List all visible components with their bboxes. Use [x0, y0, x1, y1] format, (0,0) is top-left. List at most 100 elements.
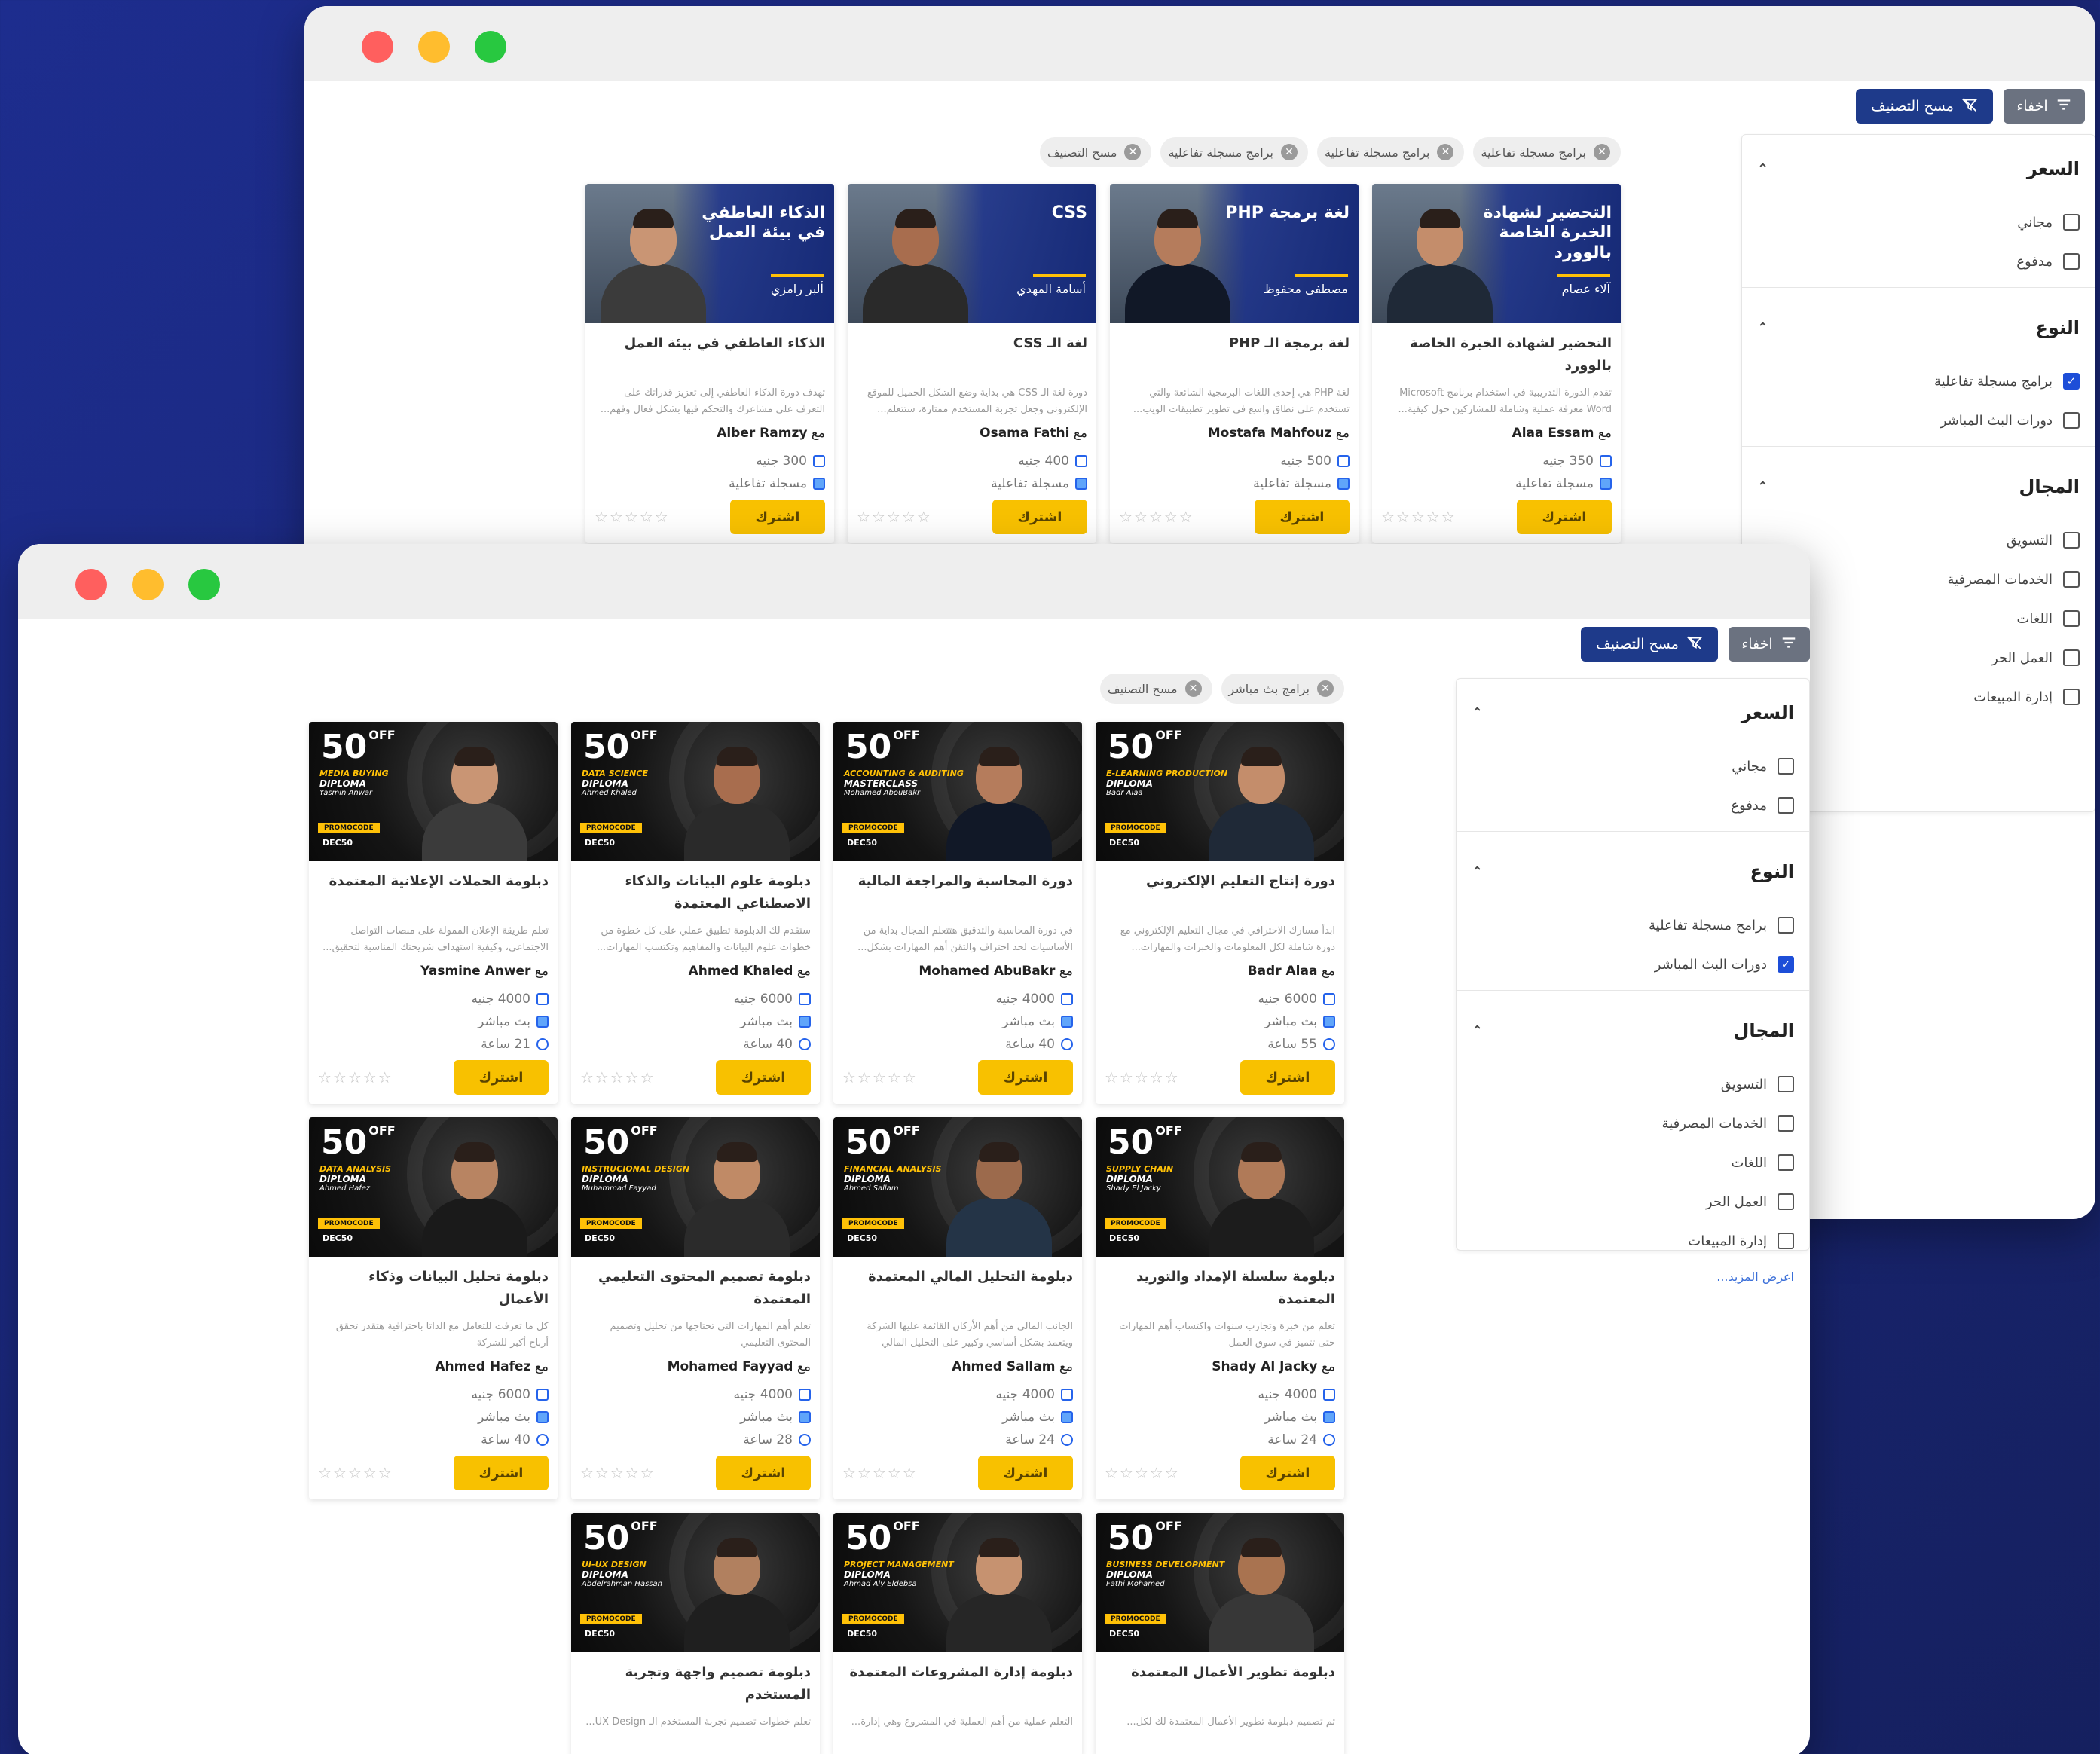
- chevron-up-icon[interactable]: ⌃: [1757, 320, 1768, 336]
- course-card[interactable]: 50 OFF BUSINESS DEVELOPMENT DIPLOMA Fathi Mo…: [1096, 1513, 1344, 1754]
- course-card[interactable]: 50 OFF UI-UX DESIGN DIPLOMA Abdelrahman Hass…: [571, 1513, 820, 1754]
- subscribe-button[interactable]: اشترك: [978, 1060, 1073, 1095]
- checkbox[interactable]: [2063, 610, 2080, 627]
- rating-stars[interactable]: ☆☆☆☆☆: [842, 1068, 918, 1086]
- subscribe-button[interactable]: اشترك: [1240, 1060, 1335, 1095]
- subscribe-button[interactable]: اشترك: [992, 500, 1087, 534]
- checkbox[interactable]: [1778, 797, 1794, 814]
- maximize-window-button[interactable]: [475, 31, 506, 63]
- course-thumbnail[interactable]: 50 OFF PROJECT MANAGEMENT DIPLOMA Ahmad Aly …: [833, 1513, 1082, 1652]
- close-window-button[interactable]: [362, 31, 393, 63]
- filter-chip[interactable]: ✕ مسح التصنيف: [1039, 137, 1152, 167]
- clear-filters-button[interactable]: مسح التصنيف: [1856, 89, 1993, 124]
- course-thumbnail[interactable]: 50 OFF E-LEARNING PRODUCTION DIPLOMA Badr Al…: [1096, 722, 1344, 861]
- course-card[interactable]: لغة برمجة PHP مصطفى محفوظ لغة برمجة الـ PH…: [1110, 184, 1359, 543]
- course-thumbnail[interactable]: 50 OFF ACCOUNTING & AUDITING MASTERCLASS Moh…: [833, 722, 1082, 861]
- checkbox[interactable]: [1778, 1076, 1794, 1092]
- subscribe-button[interactable]: اشترك: [1517, 500, 1612, 534]
- filter-option-field[interactable]: اللغات: [1457, 1143, 1809, 1182]
- subscribe-button[interactable]: اشترك: [454, 1456, 549, 1490]
- rating-stars[interactable]: ☆☆☆☆☆: [1119, 508, 1194, 526]
- checkbox[interactable]: [1778, 758, 1794, 775]
- course-thumbnail[interactable]: CSS أسامة المهدي: [848, 184, 1096, 323]
- course-title[interactable]: الذكاء العاطفي في بيئة العمل: [595, 332, 825, 377]
- course-title[interactable]: دبلومة إدارة المشروعات المعتمدة: [842, 1661, 1074, 1707]
- rating-stars[interactable]: ☆☆☆☆☆: [1105, 1464, 1180, 1482]
- subscribe-button[interactable]: اشترك: [716, 1060, 811, 1095]
- rating-stars[interactable]: ☆☆☆☆☆: [1105, 1068, 1180, 1086]
- course-thumbnail[interactable]: 50 OFF MEDIA BUYING DIPLOMA Yasmin Anwar PROM…: [309, 722, 558, 861]
- course-title[interactable]: دبلومة علوم البيانات والذكاء الاصطناعي ا…: [580, 870, 811, 915]
- subscribe-button[interactable]: اشترك: [454, 1060, 549, 1095]
- field-filter-header[interactable]: المجال ⌃: [1742, 453, 2095, 521]
- course-title[interactable]: دورة إنتاج التعليم الإلكتروني: [1105, 870, 1335, 915]
- course-title[interactable]: لغة الـ CSS: [857, 332, 1087, 377]
- type-filter-header[interactable]: النوع ⌃: [1742, 294, 2095, 362]
- maximize-window-button[interactable]: [188, 569, 220, 600]
- subscribe-button[interactable]: اشترك: [978, 1456, 1073, 1490]
- course-card[interactable]: 50 OFF SUPPLY CHAIN DIPLOMA Shady El Jacky PR…: [1096, 1117, 1344, 1499]
- price-filter-header[interactable]: السعر ⌃: [1457, 679, 1809, 747]
- course-title[interactable]: دبلومة تطوير الأعمال المعتمدة: [1105, 1661, 1335, 1707]
- hide-filters-button[interactable]: اخفاء: [1729, 627, 1810, 662]
- filter-chip[interactable]: ✕ برامج مسجلة تفاعلية: [1473, 137, 1621, 167]
- remove-chip-icon[interactable]: ✕: [1437, 144, 1454, 160]
- course-thumbnail[interactable]: 50 OFF BUSINESS DEVELOPMENT DIPLOMA Fathi Mo…: [1096, 1513, 1344, 1652]
- course-card[interactable]: CSS أسامة المهدي لغة الـ CSS دورة لغة الـ C…: [848, 184, 1096, 543]
- course-card[interactable]: 50 OFF E-LEARNING PRODUCTION DIPLOMA Badr Al…: [1096, 722, 1344, 1104]
- type-filter-header[interactable]: النوع ⌃: [1457, 838, 1809, 906]
- course-card[interactable]: 50 OFF FINANCIAL ANALYSIS DIPLOMA Ahmed Sall…: [833, 1117, 1082, 1499]
- course-title[interactable]: لغة برمجة الـ PHP: [1119, 332, 1350, 377]
- course-title[interactable]: دبلومة الحملات الإعلانية المعتمدة: [318, 870, 549, 915]
- remove-chip-icon[interactable]: ✕: [1594, 144, 1610, 160]
- checkbox[interactable]: [1778, 1115, 1794, 1132]
- clear-filters-button[interactable]: مسح التصنيف: [1581, 627, 1718, 662]
- filter-option-recorded[interactable]: ✓ برامج مسجلة تفاعلية: [1742, 362, 2095, 401]
- filter-option-live[interactable]: ✓ دورات البث المباشر: [1457, 945, 1809, 984]
- remove-chip-icon[interactable]: ✕: [1184, 680, 1202, 697]
- price-filter-header[interactable]: السعر ⌃: [1742, 135, 2095, 203]
- close-window-button[interactable]: [75, 569, 107, 600]
- course-title[interactable]: دبلومة سلسلة الإمداد والتوريد المعتمدة: [1105, 1266, 1335, 1311]
- rating-stars[interactable]: ☆☆☆☆☆: [318, 1068, 393, 1086]
- chevron-up-icon[interactable]: ⌃: [1472, 864, 1483, 880]
- filter-option-recorded[interactable]: برامج مسجلة تفاعلية: [1457, 906, 1809, 945]
- chevron-up-icon[interactable]: ⌃: [1757, 479, 1768, 495]
- filter-option-paid[interactable]: مدفوع: [1457, 786, 1809, 825]
- filter-option-field[interactable]: إدارة المبيعات: [1457, 1221, 1809, 1260]
- checkbox[interactable]: [2063, 571, 2080, 588]
- rating-stars[interactable]: ☆☆☆☆☆: [318, 1464, 393, 1482]
- filter-chip[interactable]: ✕ برامج مسجلة تفاعلية: [1160, 137, 1308, 167]
- checkbox[interactable]: [2063, 253, 2080, 270]
- filter-chip[interactable]: ✕ برامج بث مباشر: [1221, 674, 1344, 704]
- chevron-up-icon[interactable]: ⌃: [1472, 1023, 1483, 1039]
- chevron-up-icon[interactable]: ⌃: [1472, 705, 1483, 721]
- course-card[interactable]: الذكاء العاطفي في بيئة العمل ألبر رامزي ال…: [585, 184, 834, 543]
- filter-option-field[interactable]: العمل الحر: [1457, 1182, 1809, 1221]
- course-title[interactable]: دبلومة تصميم المحتوى التعليمي المعتمدة: [580, 1266, 811, 1311]
- course-card[interactable]: 50 OFF DATA SCIENCE DIPLOMA Ahmed Khaled PROM…: [571, 722, 820, 1104]
- remove-chip-icon[interactable]: ✕: [1280, 144, 1298, 160]
- checkbox[interactable]: [2063, 689, 2080, 705]
- checkbox[interactable]: [2063, 532, 2080, 549]
- minimize-window-button[interactable]: [132, 569, 164, 600]
- course-card[interactable]: 50 OFF MEDIA BUYING DIPLOMA Yasmin Anwar PROM…: [309, 722, 558, 1104]
- course-thumbnail[interactable]: 50 OFF DATA SCIENCE DIPLOMA Ahmed Khaled PROM…: [571, 722, 820, 861]
- subscribe-button[interactable]: اشترك: [730, 500, 825, 534]
- filter-option-field[interactable]: التسويق: [1457, 1065, 1809, 1104]
- show-more-link[interactable]: اعرض المزيد...: [1457, 1260, 1809, 1293]
- filter-option-free[interactable]: مجاني: [1742, 203, 2095, 242]
- filter-option-paid[interactable]: مدفوع: [1742, 242, 2095, 281]
- course-thumbnail[interactable]: الذكاء العاطفي في بيئة العمل ألبر رامزي: [585, 184, 834, 323]
- chevron-up-icon[interactable]: ⌃: [1757, 161, 1768, 177]
- filter-chip[interactable]: ✕ مسح التصنيف: [1100, 674, 1212, 704]
- course-thumbnail[interactable]: 50 OFF UI-UX DESIGN DIPLOMA Abdelrahman Hass…: [571, 1513, 820, 1652]
- filter-option-free[interactable]: مجاني: [1457, 747, 1809, 786]
- course-card[interactable]: 50 OFF PROJECT MANAGEMENT DIPLOMA Ahmad Aly …: [833, 1513, 1082, 1754]
- rating-stars[interactable]: ☆☆☆☆☆: [1381, 508, 1457, 526]
- filter-chip[interactable]: ✕ برامج مسجلة تفاعلية: [1316, 137, 1465, 167]
- subscribe-button[interactable]: اشترك: [1240, 1456, 1335, 1490]
- filter-option-field[interactable]: الخدمات المصرفية: [1457, 1104, 1809, 1143]
- checkbox[interactable]: [2063, 412, 2080, 429]
- subscribe-button[interactable]: اشترك: [716, 1456, 811, 1490]
